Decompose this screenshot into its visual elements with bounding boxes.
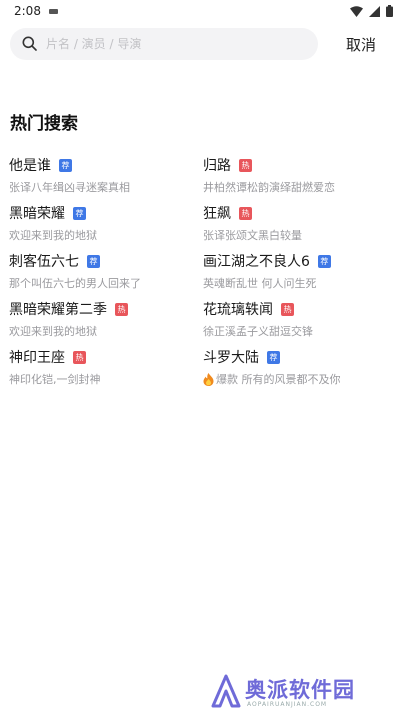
hot-item-title: 神印王座 xyxy=(9,350,65,366)
hot-item-desc: 欢迎来到我的地狱 xyxy=(9,325,97,338)
hot-search-title: 热门搜索 xyxy=(10,114,78,134)
hot-search-item[interactable]: 花琉璃轶闻热 徐正溪孟子义甜逗交锋 xyxy=(203,298,383,342)
signal-icon xyxy=(369,5,380,17)
hot-item-desc: 张译张颂文黑白较量 xyxy=(203,229,302,242)
hot-badge: 热 xyxy=(239,158,252,172)
status-bar: 2:08 xyxy=(0,0,405,24)
hot-search-item[interactable]: 斗罗大陆荐 爆款 所有的风景都不及你 xyxy=(203,346,383,390)
hot-search-item[interactable]: 神印王座热 神印化铠,一剑封神 xyxy=(9,346,189,390)
recommend-badge: 荐 xyxy=(267,350,280,364)
hot-item-desc: 那个叫伍六七的男人回来了 xyxy=(9,277,141,290)
hot-item-desc: 欢迎来到我的地狱 xyxy=(9,229,97,242)
search-bar: 取消 xyxy=(0,28,405,60)
hot-search-item[interactable]: 刺客伍六七荐 那个叫伍六七的男人回来了 xyxy=(9,250,189,294)
watermark-subtext: AOPAIRUANJIAN.COM xyxy=(247,701,328,708)
recommend-badge: 荐 xyxy=(73,206,86,220)
recommend-badge: 荐 xyxy=(87,254,100,268)
hot-badge: 热 xyxy=(115,302,128,316)
status-icons xyxy=(350,5,393,17)
hot-item-title: 画江湖之不良人6 xyxy=(203,254,310,270)
hot-item-title: 黑暗荣耀第二季 xyxy=(9,302,107,318)
recommend-badge: 荐 xyxy=(59,158,72,172)
fire-icon xyxy=(203,372,214,386)
message-notification-icon xyxy=(49,9,58,14)
status-time: 2:08 xyxy=(14,4,41,18)
hot-badge: 热 xyxy=(239,206,252,220)
watermark-logo-icon xyxy=(211,674,241,708)
hot-badge: 热 xyxy=(73,350,86,364)
hot-item-desc: 爆款 所有的风景都不及你 xyxy=(216,373,341,386)
hot-item-title: 刺客伍六七 xyxy=(9,254,79,270)
hot-item-desc: 英魂断乱世 何人问生死 xyxy=(203,277,317,290)
hot-item-title: 他是谁 xyxy=(9,158,51,174)
hot-item-desc: 张译八年缉凶寻迷案真相 xyxy=(9,181,130,194)
hot-badge: 热 xyxy=(281,302,294,316)
search-input[interactable] xyxy=(46,28,306,60)
hot-search-item[interactable]: 画江湖之不良人6 荐 英魂断乱世 何人问生死 xyxy=(203,250,383,294)
hot-item-title: 黑暗荣耀 xyxy=(9,206,65,222)
cancel-button[interactable]: 取消 xyxy=(346,34,376,55)
hot-search-item[interactable]: 黑暗荣耀荐 欢迎来到我的地狱 xyxy=(9,202,189,246)
recommend-badge: 荐 xyxy=(317,254,331,268)
hot-item-title: 花琉璃轶闻 xyxy=(203,302,273,318)
hot-item-title: 斗罗大陆 xyxy=(203,350,259,366)
hot-search-item[interactable]: 他是谁荐 张译八年缉凶寻迷案真相 xyxy=(9,154,189,198)
battery-icon xyxy=(386,5,393,17)
search-icon xyxy=(22,36,37,51)
hot-item-title: 归路 xyxy=(203,158,231,174)
hot-item-desc: 井柏然谭松韵演绎甜燃爱恋 xyxy=(203,181,335,194)
hot-search-item[interactable]: 黑暗荣耀第二季热 欢迎来到我的地狱 xyxy=(9,298,189,342)
hot-item-desc: 徐正溪孟子义甜逗交锋 xyxy=(203,325,313,338)
search-box[interactable] xyxy=(10,28,318,60)
watermark-text: 奥派软件园 xyxy=(245,678,355,702)
wifi-icon xyxy=(350,5,363,17)
hot-search-item[interactable]: 归路热 井柏然谭松韵演绎甜燃爱恋 xyxy=(203,154,383,198)
watermark: 奥派软件园 AOPAIRUANJIAN.COM xyxy=(211,672,391,712)
hot-item-desc: 神印化铠,一剑封神 xyxy=(9,373,101,386)
hot-search-item[interactable]: 狂飙热 张译张颂文黑白较量 xyxy=(203,202,383,246)
hot-item-title: 狂飙 xyxy=(203,206,231,222)
